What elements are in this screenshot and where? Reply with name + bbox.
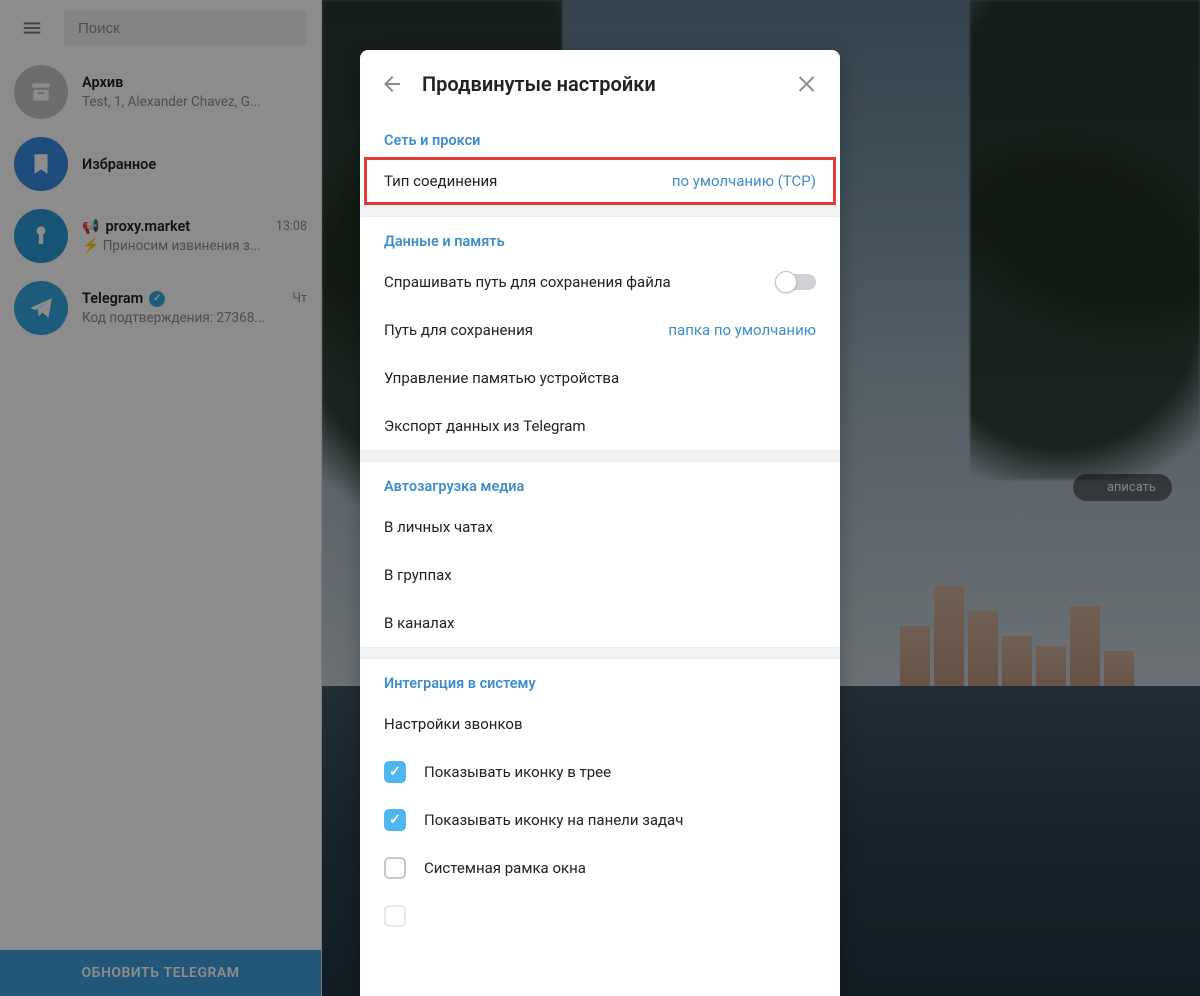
advanced-settings-modal: Продвинутые настройки Сеть и прокси Тип … [360,50,840,996]
row-media-groups[interactable]: В группах [360,551,840,599]
modal-body: Сеть и прокси Тип соединения по умолчани… [360,116,840,996]
row-label: Показывать иконку в трее [424,763,611,781]
row-label: Показывать иконку на панели задач [424,811,683,829]
row-label: Настройки звонков [384,715,523,733]
section-header-media: Автозагрузка медиа [360,462,840,503]
highlighted-row-wrap: Тип соединения по умолчанию (TCP) 3 [360,157,840,205]
row-tray-icon[interactable]: Показывать иконку в трее [360,748,840,796]
row-label: Системная рамка окна [424,859,586,877]
row-memory-management[interactable]: Управление памятью устройства [360,354,840,402]
row-call-settings[interactable]: Настройки звонков [360,700,840,748]
row-label: В группах [384,566,452,584]
section-header-system: Интеграция в систему [360,659,840,700]
row-media-channels[interactable]: В каналах [360,599,840,647]
row-save-path[interactable]: Путь для сохранения папка по умолчанию [360,306,840,354]
row-taskbar-icon[interactable]: Показывать иконку на панели задач [360,796,840,844]
section-divider [360,205,840,217]
row-label: В личных чатах [384,518,493,536]
section-divider [360,450,840,462]
row-label: В каналах [384,614,454,632]
row-connection-type[interactable]: Тип соединения по умолчанию (TCP) [360,157,840,205]
row-media-private[interactable]: В личных чатах [360,503,840,551]
modal-title: Продвинутые настройки [422,72,778,96]
row-system-frame[interactable]: Системная рамка окна [360,844,840,892]
row-value: по умолчанию (TCP) [672,172,816,190]
row-label: Тип соединения [384,172,497,190]
toggle-ask-save-path[interactable] [776,274,816,290]
section-divider [360,647,840,659]
modal-header: Продвинутые настройки [360,50,840,116]
checkbox-tray-icon[interactable] [384,761,406,783]
row-label: Экспорт данных из Telegram [384,417,586,435]
section-header-network: Сеть и прокси [360,116,840,157]
row-label: Спрашивать путь для сохранения файла [384,273,671,291]
row-ask-save-path[interactable]: Спрашивать путь для сохранения файла [360,258,840,306]
row-export-data[interactable]: Экспорт данных из Telegram [360,402,840,450]
row-label: Путь для сохранения [384,321,533,339]
checkbox-cut-off[interactable] [384,905,406,927]
row-label: Управление памятью устройства [384,369,619,387]
close-button[interactable] [796,72,820,96]
row-value: папка по умолчанию [668,321,816,339]
back-button[interactable] [380,72,404,96]
section-header-data: Данные и память [360,217,840,258]
checkbox-system-frame[interactable] [384,857,406,879]
checkbox-taskbar-icon[interactable] [384,809,406,831]
app-root: Архив Test, 1, Alexander Chavez, G... Из… [0,0,1200,996]
close-icon [796,72,820,96]
row-cut-off[interactable] [360,892,840,940]
arrow-left-icon [380,72,404,96]
